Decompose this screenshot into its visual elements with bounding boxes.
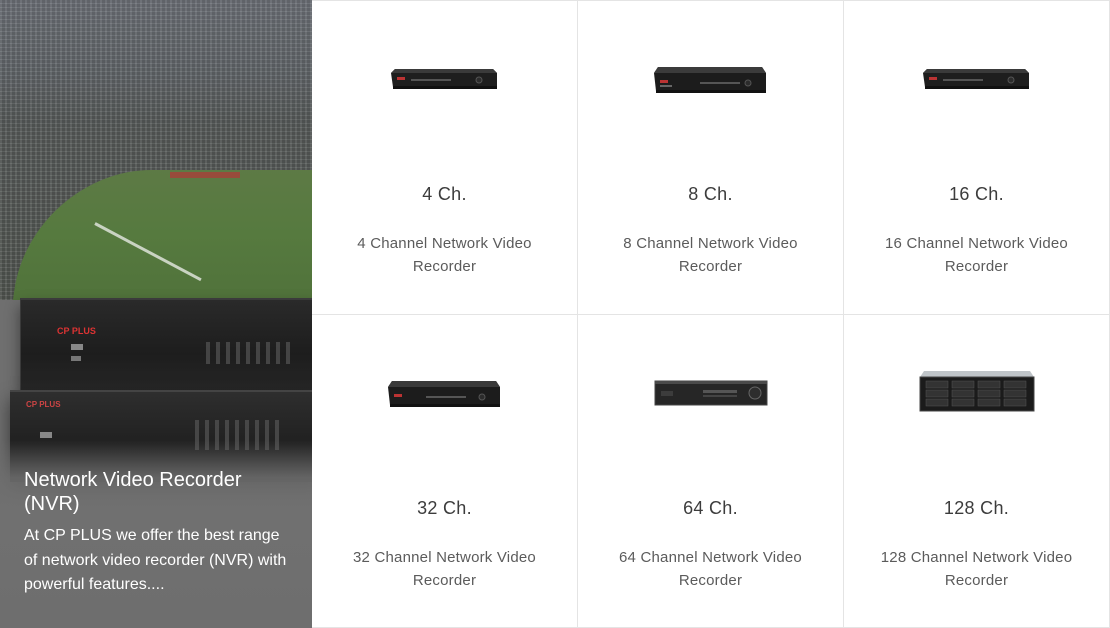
product-channels: 32 Ch. (417, 498, 472, 518)
product-channels: 4 Ch. (422, 184, 467, 204)
product-card-4ch[interactable]: 4 Ch. 4 Channel Network Video Recorder (312, 0, 578, 315)
product-name: 8 Channel Network Video Recorder (623, 235, 798, 275)
product-card-128ch[interactable]: 128 Ch. 128 Channel Network Video Record… (844, 315, 1110, 628)
product-channels: 128 Ch. (943, 498, 1010, 518)
product-name: 4 Channel Network Video Recorder (357, 235, 532, 275)
product-card-16ch[interactable]: 16 Ch. 16 Channel Network Video Recorder (844, 0, 1110, 315)
nvr-device-image: CP PLUS (20, 298, 312, 390)
nvr-rack-icon (578, 375, 843, 425)
hero-title: Network Video Recorder (NVR) (24, 469, 242, 515)
product-name: 32 Channel Network Video Recorder (353, 549, 536, 589)
product-name: 16 Channel Network Video Recorder (885, 235, 1068, 275)
product-name: 64 Channel Network Video Recorder (619, 549, 802, 589)
product-card-8ch[interactable]: 8 Ch. 8 Channel Network Video Recorder (578, 0, 844, 315)
product-card-64ch[interactable]: 64 Ch. 64 Channel Network Video Recorder (578, 315, 844, 628)
product-grid: 4 Ch. 4 Channel Network Video Recorder 8… (312, 0, 1110, 628)
hero-panel[interactable]: CP PLUS CP PLUS Network Video Recorder (… (0, 0, 312, 628)
hero-description: At CP PLUS we offer the best range of ne… (24, 527, 287, 593)
product-name: 128 Channel Network Video Recorder (880, 549, 1073, 589)
nvr-storage-server-icon (844, 369, 1109, 419)
stadium-background-image (0, 0, 312, 300)
nvr-slim-icon (312, 61, 577, 111)
product-channels: 8 Ch. (688, 184, 733, 204)
nvr-slim-icon (312, 375, 577, 425)
nvr-slim-icon (844, 61, 1109, 111)
nvr-slim-icon (578, 61, 843, 111)
product-card-32ch[interactable]: 32 Ch. 32 Channel Network Video Recorder (312, 315, 578, 628)
product-channels: 16 Ch. (949, 184, 1004, 204)
product-channels: 64 Ch. (683, 498, 738, 518)
